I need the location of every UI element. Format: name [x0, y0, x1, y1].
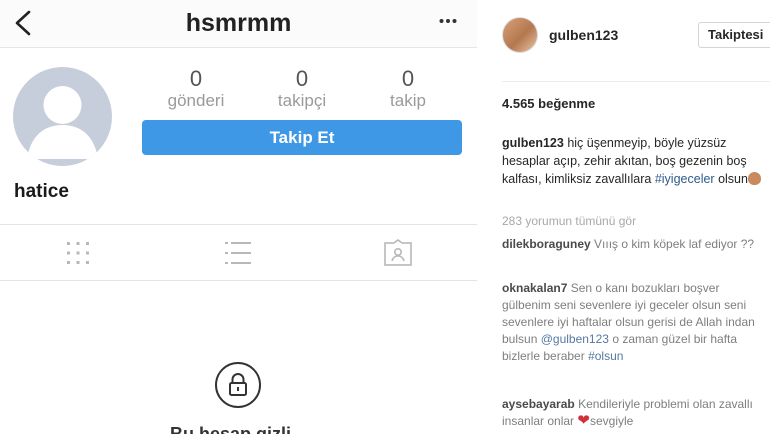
caption-hashtag[interactable]: #iyigeceler [655, 172, 715, 186]
stat-following[interactable]: 0 takip [363, 66, 453, 110]
avatar[interactable] [13, 67, 112, 166]
stat-posts-label: gönderi [167, 91, 225, 110]
private-account-text: Bu hesap gizli [170, 424, 292, 434]
following-button[interactable]: Takiptesi [698, 22, 770, 48]
private-lock-badge [215, 362, 261, 408]
default-avatar-icon [27, 86, 98, 159]
post-divider [502, 81, 770, 82]
profile-username: hsmrmm [185, 9, 292, 37]
comment-item: aysebayarab Kendileriyle problemi olan z… [502, 396, 768, 430]
lock-icon [229, 373, 247, 396]
comment-username[interactable]: oknakalan7 [502, 281, 567, 295]
stat-posts-count: 0 [189, 66, 203, 91]
comment-item: dilekboraguney Vııış o kim köpek laf edi… [502, 236, 768, 253]
comment-text: Vııış o kim köpek laf ediyor ?? [594, 237, 755, 251]
stat-following-count: 0 [401, 66, 415, 91]
comment-username[interactable]: dilekboraguney [502, 237, 591, 251]
view-all-comments-link[interactable]: 283 yorumun tümünü gör [502, 214, 636, 228]
post-caption: gulben123 hiç üşenmeyip, böyle yüzsüz he… [502, 134, 768, 188]
tagged-icon[interactable] [383, 239, 413, 267]
caption-suffix: olsun [718, 172, 748, 186]
post-author-username[interactable]: gulben123 [549, 27, 618, 43]
comment-username[interactable]: aysebayarab [502, 397, 575, 411]
follow-button[interactable]: Takip Et [142, 120, 462, 155]
stat-followers-label: takipçi [277, 91, 327, 110]
post-author-avatar[interactable] [502, 17, 538, 53]
image-divider [477, 0, 494, 434]
screenshot-collage: hsmrmm 0 gönderi 0 takipçi 0 takip Takip… [0, 0, 770, 434]
heart-emoji-icon: ❤ [577, 412, 590, 429]
comment-hashtag[interactable]: #olsun [588, 349, 623, 363]
post-screen: gulben123 Takiptesi 4.565 beğenme gulben… [494, 0, 770, 434]
stat-following-label: takip [390, 91, 426, 110]
caption-username[interactable]: gulben123 [502, 136, 564, 150]
stat-followers-count: 0 [295, 66, 309, 91]
hand-emoji-icon [747, 172, 761, 185]
profile-screen: hsmrmm 0 gönderi 0 takipçi 0 takip Takip… [0, 0, 477, 434]
comment-suffix: sevgiyle [589, 414, 634, 428]
grid-icon[interactable] [63, 239, 93, 267]
stat-posts[interactable]: 0 gönderi [151, 66, 241, 110]
like-count[interactable]: 4.565 beğenme [502, 96, 595, 111]
display-name: hatice [14, 181, 69, 202]
profile-tab-bar [0, 224, 477, 281]
list-icon[interactable] [223, 239, 253, 267]
profile-header: hsmrmm [0, 0, 477, 48]
stat-followers[interactable]: 0 takipçi [257, 66, 347, 110]
more-horizontal-icon[interactable] [439, 16, 457, 26]
comment-item: oknakalan7 Sen o kanı bozukları boşver g… [502, 280, 768, 365]
comment-mention[interactable]: @gulben123 [541, 332, 609, 346]
